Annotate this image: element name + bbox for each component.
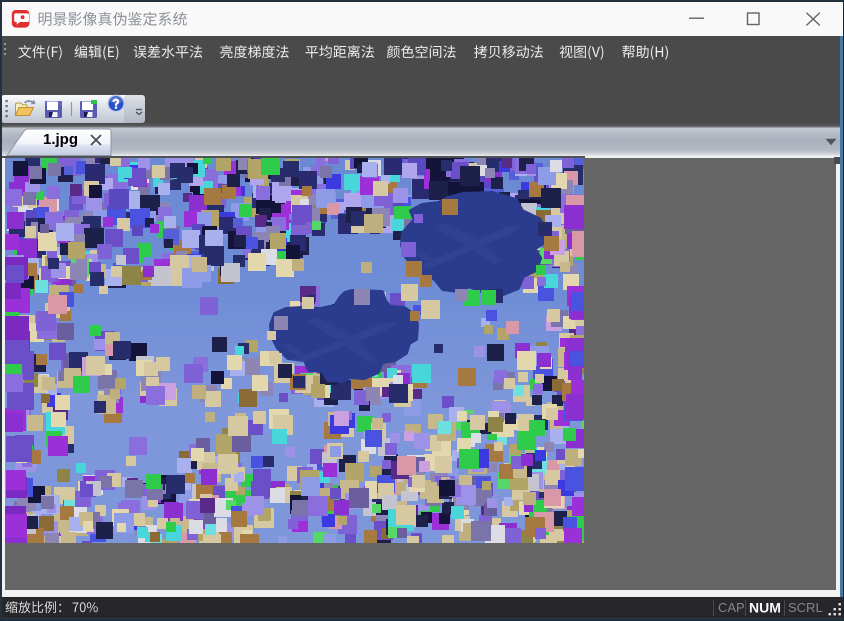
svg-text:SCRL: SCRL [788, 600, 823, 615]
svg-text:NUM: NUM [749, 600, 781, 616]
svg-text:CAP: CAP [718, 600, 745, 615]
